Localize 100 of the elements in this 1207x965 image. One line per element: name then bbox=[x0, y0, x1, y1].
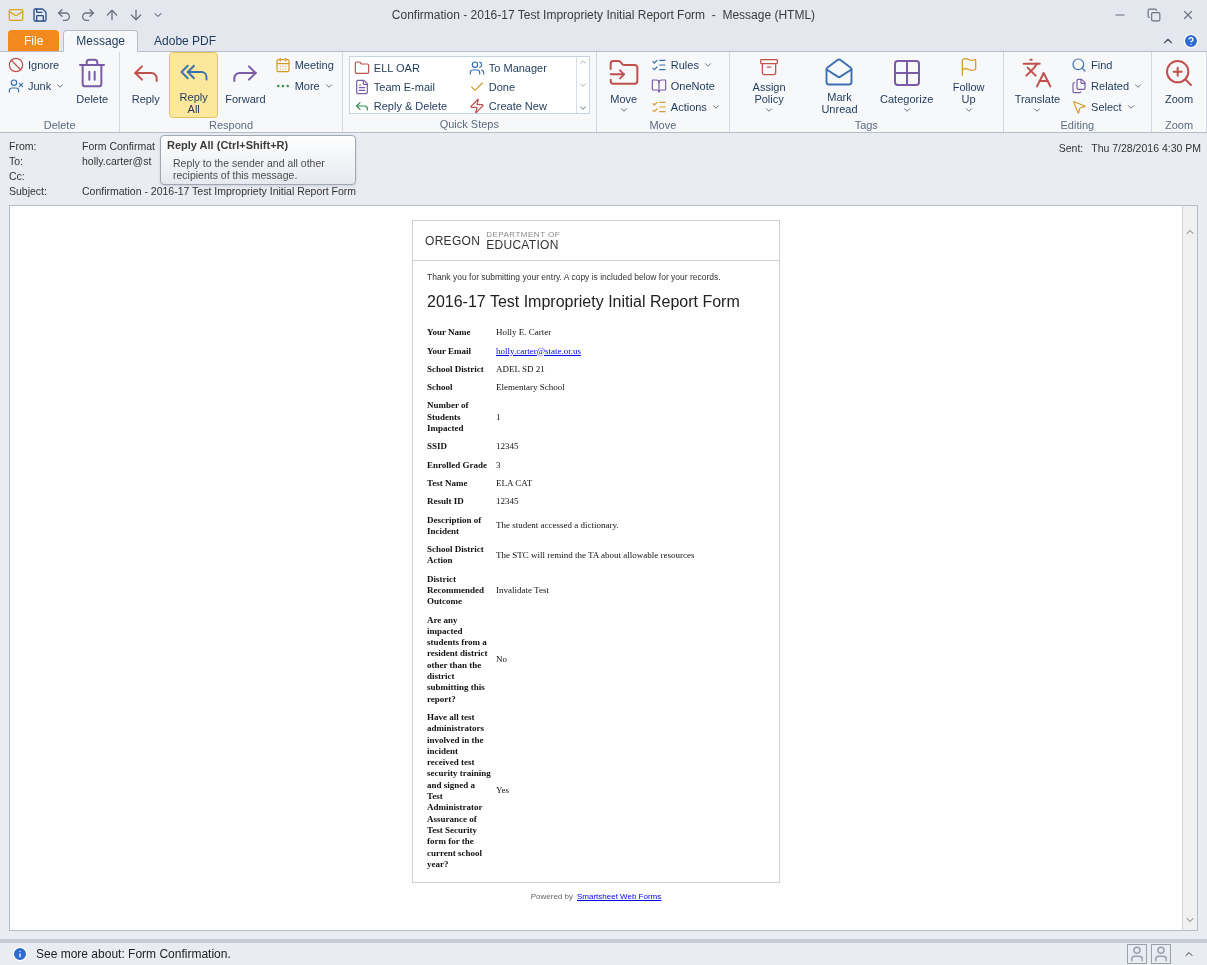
header-label: Cc: bbox=[9, 169, 26, 184]
close-icon[interactable] bbox=[1181, 8, 1195, 22]
field-value: The STC will remind the TA about allowable resources bbox=[496, 549, 695, 560]
quick-step-item[interactable]: Reply & Delete bbox=[353, 97, 457, 115]
ribbon-group-label: Delete bbox=[42, 118, 77, 133]
ribbon-button[interactable]: Follow Up bbox=[940, 52, 997, 118]
ribbon-button[interactable]: Forward bbox=[222, 52, 269, 118]
ribbon-small-button[interactable]: Related bbox=[1069, 77, 1145, 95]
ribbon-button[interactable]: Zoom bbox=[1158, 52, 1200, 118]
tooltip-title: Reply All (Ctrl+Shift+R) bbox=[167, 139, 290, 152]
ribbon-button[interactable]: Delete bbox=[71, 52, 114, 118]
field-value: The student accessed a dictionary. bbox=[496, 520, 619, 531]
field-value: Yes bbox=[496, 785, 510, 796]
ribbon-small-button[interactable]: Find bbox=[1069, 56, 1145, 74]
field-value: Elementary School bbox=[496, 382, 565, 393]
undo-icon[interactable] bbox=[56, 7, 72, 23]
field-label: District Recommended Outcome bbox=[427, 572, 485, 609]
ribbon-small-button[interactable]: Actions bbox=[648, 98, 723, 116]
redo-icon[interactable] bbox=[80, 7, 96, 23]
ribbon-small-button[interactable]: Meeting bbox=[272, 56, 336, 74]
field-label: Enrolled Grade bbox=[427, 458, 489, 472]
ribbon-button[interactable]: Mark Unread bbox=[806, 52, 873, 118]
ribbon-button[interactable]: Assign Policy bbox=[735, 52, 803, 118]
field-value: ADEL SD 21 bbox=[496, 363, 545, 374]
mail-icon bbox=[8, 7, 24, 23]
ribbon-group-label: Move bbox=[648, 118, 678, 133]
ribbon-button[interactable]: Reply bbox=[126, 52, 166, 118]
field-value: 3 bbox=[496, 459, 501, 470]
quick-step-item[interactable]: Team E-mail bbox=[353, 78, 457, 96]
window-title: Confirmation - 2016-17 Test Impropriety Initial Report Form - Message (HTML) bbox=[390, 7, 817, 24]
info-icon bbox=[12, 946, 28, 962]
ribbon-button[interactable]: Move bbox=[602, 52, 645, 118]
expand-gallery-icon[interactable] bbox=[577, 103, 588, 113]
quick-step-item[interactable]: To Manager bbox=[468, 59, 572, 77]
field-value: Holly E. Carter bbox=[496, 327, 552, 338]
field-label: Number of Students Impacted bbox=[427, 399, 470, 436]
ribbon-group-label: Quick Steps bbox=[438, 117, 500, 132]
ribbon-icon bbox=[8, 57, 24, 73]
ribbon-icon bbox=[1021, 57, 1054, 89]
logo-oregon: OREGON bbox=[425, 232, 481, 250]
field-label: School District Action bbox=[427, 543, 485, 568]
header-value: Confirmation - 2016-17 Test Impropriety Initial Report Form bbox=[82, 184, 357, 199]
scroll-up-icon[interactable] bbox=[577, 57, 588, 67]
ribbon-small-button[interactable]: Select bbox=[1069, 98, 1145, 116]
field-value: ELA CAT bbox=[496, 477, 533, 488]
ribbon-button[interactable]: Reply All bbox=[169, 52, 219, 118]
ribbon-small-button[interactable]: Rules bbox=[648, 56, 723, 74]
quick-step-icon bbox=[353, 60, 370, 76]
field-label: Are any impacted students from a resident district other than the district submitting this report? bbox=[427, 613, 489, 706]
header-value: Form Confirmat bbox=[82, 139, 155, 154]
field-value: 1 bbox=[496, 411, 501, 422]
field-label: School bbox=[427, 381, 454, 395]
powered-by-link[interactable]: Smartsheet Web Forms bbox=[576, 890, 662, 903]
ribbon-icon bbox=[650, 99, 667, 115]
quick-step-item[interactable]: Done bbox=[468, 78, 572, 96]
ribbon-tab[interactable]: Adobe PDF bbox=[142, 30, 229, 52]
ribbon-small-button[interactable]: More bbox=[272, 77, 336, 95]
quick-step-icon bbox=[468, 60, 485, 76]
vertical-scrollbar[interactable] bbox=[1182, 206, 1197, 930]
ribbon-small-button[interactable]: Ignore bbox=[6, 56, 68, 74]
ribbon-tab[interactable]: Message bbox=[63, 30, 139, 52]
ribbon-icon bbox=[1163, 57, 1195, 89]
logo-education: EDUCATION bbox=[486, 238, 560, 251]
header-value: holly.carter@st bbox=[82, 154, 152, 169]
field-label: Result ID bbox=[427, 495, 465, 509]
ribbon-small-button[interactable]: OneNote bbox=[648, 77, 723, 95]
field-label: Description of Incident bbox=[427, 513, 483, 538]
down-arrow-icon[interactable] bbox=[128, 7, 144, 23]
ribbon-button[interactable]: Categorize bbox=[876, 52, 937, 118]
help-icon[interactable] bbox=[1183, 33, 1199, 49]
field-label: Your Email bbox=[427, 344, 473, 358]
email-link[interactable]: holly.carter@state.or.us bbox=[496, 345, 581, 356]
save-icon[interactable] bbox=[32, 7, 48, 23]
header-label: Subject: bbox=[9, 184, 48, 199]
ribbon-group-label: Respond bbox=[208, 118, 255, 133]
ribbon-icon bbox=[1071, 78, 1088, 94]
ribbon-icon bbox=[1071, 57, 1088, 73]
quick-step-item[interactable]: ELL OAR bbox=[353, 59, 457, 77]
ribbon-icon bbox=[650, 57, 667, 73]
quick-step-icon bbox=[468, 98, 485, 114]
field-value: No bbox=[496, 654, 507, 665]
ribbon-button[interactable]: Translate bbox=[1009, 52, 1066, 118]
status-text: See more about: Form Confirmation. bbox=[36, 946, 231, 963]
ribbon-small-button[interactable]: Junk bbox=[6, 77, 68, 95]
ribbon-icon bbox=[1071, 99, 1088, 115]
form-title: 2016-17 Test Impropriety Initial Report Form bbox=[427, 291, 741, 312]
gallery-scrollbar[interactable] bbox=[575, 57, 589, 113]
ribbon-icon bbox=[8, 78, 24, 94]
restore-icon[interactable] bbox=[1147, 8, 1161, 22]
person-icon bbox=[1127, 944, 1147, 964]
scroll-down-icon[interactable] bbox=[577, 80, 588, 90]
field-label: School District bbox=[427, 362, 485, 376]
ribbon-icon bbox=[650, 78, 667, 94]
field-label: Have all test administrators involved in the incident received test security training and signed a Test Administrator Assurance of Test Security form for the current school year? bbox=[427, 710, 492, 871]
sent-label: Sent: bbox=[1058, 141, 1084, 156]
field-value: 12345 bbox=[496, 496, 519, 507]
quick-step-item[interactable]: Create New bbox=[468, 97, 572, 115]
sent-value: Thu 7/28/2016 4:30 PM bbox=[1091, 141, 1201, 156]
person-icon bbox=[1151, 944, 1171, 964]
field-label: SSID bbox=[427, 440, 448, 454]
